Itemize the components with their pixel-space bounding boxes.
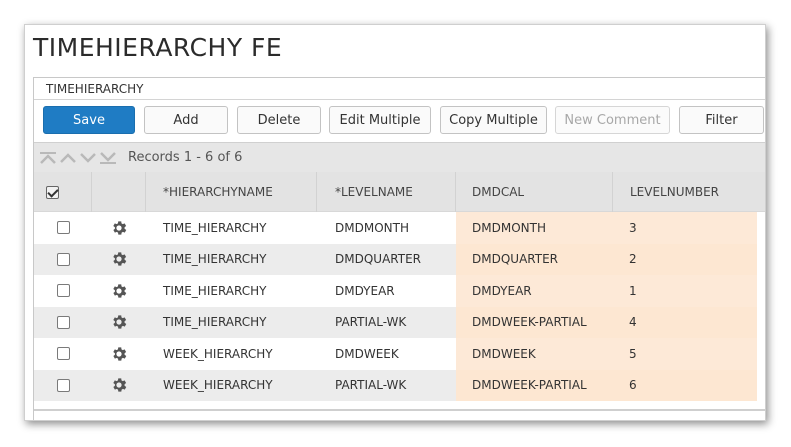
last-page-icon[interactable]: [98, 149, 118, 167]
cell-hierarchyname[interactable]: TIME_HIERARCHY: [146, 306, 317, 338]
table-row[interactable]: WEEK_HIERARCHY DMDWEEK DMDWEEK 5: [34, 338, 765, 370]
data-grid: *HIERARCHYNAME *LEVELNAME DMDCAL LEVELNU…: [34, 172, 765, 401]
table-row[interactable]: TIME_HIERARCHY DMDQUARTER DMDQUARTER 2: [34, 243, 765, 275]
row-select-cell: [34, 243, 92, 275]
row-actions-cell: [92, 275, 146, 307]
cell-levelnumber[interactable]: 1: [613, 275, 757, 307]
cell-dmdcal[interactable]: DMDWEEK-PARTIAL: [456, 306, 613, 338]
page-title: TIMEHIERARCHY FE: [33, 33, 283, 62]
app-window: TIMEHIERARCHY FE TIMEHIERARCHY Save Add …: [24, 24, 766, 421]
cell-levelnumber[interactable]: 4: [613, 306, 757, 338]
timehierarchy-panel: TIMEHIERARCHY Save Add Delete Edit Multi…: [33, 77, 765, 420]
cell-hierarchyname[interactable]: WEEK_HIERARCHY: [146, 369, 317, 401]
pagination-controls: [38, 149, 118, 167]
cell-dmdcal[interactable]: DMDMONTH: [456, 212, 613, 244]
row-checkbox[interactable]: [56, 378, 70, 392]
save-button[interactable]: Save: [43, 106, 135, 134]
next-page-icon[interactable]: [78, 149, 98, 167]
actions-column-header: [92, 172, 146, 212]
records-bar: Records 1 - 6 of 6: [34, 142, 765, 172]
cell-dmdcal[interactable]: DMDQUARTER: [456, 243, 613, 275]
row-select-cell: [34, 338, 92, 370]
cell-levelnumber[interactable]: 6: [613, 369, 757, 401]
cell-levelname[interactable]: DMDQUARTER: [317, 243, 456, 275]
cell-dmdcal[interactable]: DMDWEEK-PARTIAL: [456, 369, 613, 401]
gear-icon[interactable]: [110, 313, 128, 331]
row-select-cell: [34, 212, 92, 244]
cell-dmdcal[interactable]: DMDWEEK: [456, 338, 613, 370]
add-button[interactable]: Add: [144, 106, 228, 134]
cell-levelname[interactable]: PARTIAL-WK: [317, 369, 456, 401]
row-actions-cell: [92, 338, 146, 370]
cell-levelname[interactable]: DMDYEAR: [317, 275, 456, 307]
column-header-hierarchyname[interactable]: *HIERARCHYNAME: [146, 172, 317, 212]
row-select-cell: [34, 306, 92, 338]
table-row[interactable]: WEEK_HIERARCHY PARTIAL-WK DMDWEEK-PARTIAL 6: [34, 369, 765, 401]
delete-button[interactable]: Delete: [237, 106, 321, 134]
grid-footer-divider: [34, 409, 765, 411]
table-row[interactable]: TIME_HIERARCHY DMDYEAR DMDYEAR 1: [34, 275, 765, 307]
column-header-levelname[interactable]: *LEVELNAME: [317, 172, 456, 212]
cell-hierarchyname[interactable]: TIME_HIERARCHY: [146, 212, 317, 244]
panel-title: TIMEHIERARCHY: [34, 78, 765, 100]
cell-levelnumber[interactable]: 5: [613, 338, 757, 370]
cell-levelname[interactable]: PARTIAL-WK: [317, 306, 456, 338]
cell-levelnumber[interactable]: 3: [613, 212, 757, 244]
toolbar: Save Add Delete Edit Multiple Copy Multi…: [34, 100, 765, 140]
first-page-icon[interactable]: [38, 149, 58, 167]
column-header-levelnumber[interactable]: LEVELNUMBER: [613, 172, 757, 212]
row-checkbox[interactable]: [56, 284, 70, 298]
row-select-cell: [34, 369, 92, 401]
cell-levelname[interactable]: DMDWEEK: [317, 338, 456, 370]
new-comment-button[interactable]: New Comment: [555, 106, 670, 134]
cell-hierarchyname[interactable]: WEEK_HIERARCHY: [146, 338, 317, 370]
row-actions-cell: [92, 243, 146, 275]
grid-header: *HIERARCHYNAME *LEVELNAME DMDCAL LEVELNU…: [34, 172, 765, 212]
prev-page-icon[interactable]: [58, 149, 78, 167]
gear-icon[interactable]: [110, 219, 128, 237]
filter-button[interactable]: Filter: [679, 106, 764, 134]
row-checkbox[interactable]: [56, 221, 70, 235]
edit-multiple-button[interactable]: Edit Multiple: [329, 106, 431, 134]
gear-icon[interactable]: [110, 376, 128, 394]
cell-levelnumber[interactable]: 2: [613, 243, 757, 275]
gear-icon[interactable]: [110, 345, 128, 363]
row-checkbox[interactable]: [56, 347, 70, 361]
records-count: Records 1 - 6 of 6: [128, 150, 243, 165]
cell-dmdcal[interactable]: DMDYEAR: [456, 275, 613, 307]
cell-levelname[interactable]: DMDMONTH: [317, 212, 456, 244]
gear-icon[interactable]: [110, 250, 128, 268]
gear-icon[interactable]: [110, 282, 128, 300]
row-checkbox[interactable]: [56, 252, 70, 266]
row-select-cell: [34, 275, 92, 307]
select-all-cell: [34, 172, 92, 212]
select-all-checkbox[interactable]: [46, 185, 59, 199]
grid-body: TIME_HIERARCHY DMDMONTH DMDMONTH 3 TIME_HIER…: [34, 212, 765, 401]
table-row[interactable]: TIME_HIERARCHY DMDMONTH DMDMONTH 3: [34, 212, 765, 244]
cell-hierarchyname[interactable]: TIME_HIERARCHY: [146, 243, 317, 275]
table-row[interactable]: TIME_HIERARCHY PARTIAL-WK DMDWEEK-PARTIAL 4: [34, 306, 765, 338]
row-actions-cell: [92, 306, 146, 338]
copy-multiple-button[interactable]: Copy Multiple: [440, 106, 547, 134]
column-header-dmdcal[interactable]: DMDCAL: [456, 172, 613, 212]
row-actions-cell: [92, 212, 146, 244]
row-checkbox[interactable]: [56, 315, 70, 329]
cell-hierarchyname[interactable]: TIME_HIERARCHY: [146, 275, 317, 307]
row-actions-cell: [92, 369, 146, 401]
